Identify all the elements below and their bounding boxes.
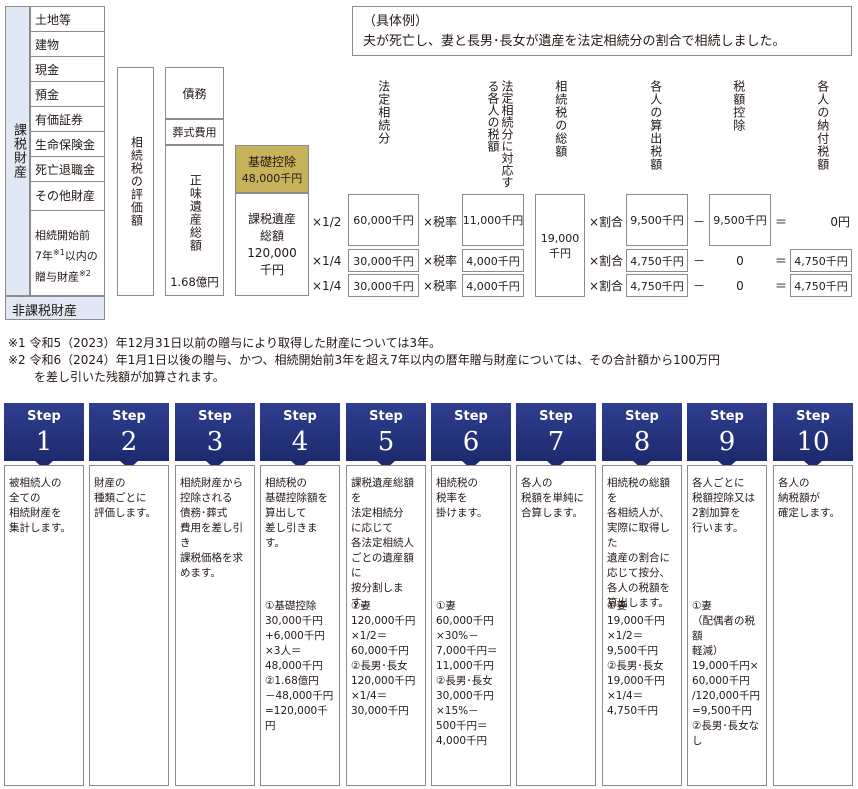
step-5-header: Step 5	[346, 403, 426, 461]
taxable-estate-total-box: 課税遺産 総額 120,000 千円	[235, 193, 309, 296]
step-example: ①基礎控除 30,000千円 +6,000千円 ×3人＝ 48,000千円 ②1…	[265, 600, 334, 732]
header-total-tax: 相続税の総額	[553, 80, 568, 158]
step-7-header: Step 7	[516, 403, 596, 461]
taxable-property-label: 課税財産	[5, 6, 30, 296]
step-number: 2	[120, 427, 138, 457]
individual-tax-cell: 9,500千円	[626, 194, 688, 246]
legal-share-cell: 60,000千円	[348, 194, 419, 246]
non-taxable-property: 非課税財産	[5, 296, 105, 320]
footnote-2: ※2 令和6（2024）年1月1日以後の贈与、かつ、相続開始前3年を超え7年以内…	[8, 353, 721, 367]
step-7-description: 各人の 税額を単純に 合算します。	[516, 465, 596, 786]
basic-deduction-box: 基礎控除 48,000千円	[235, 145, 309, 193]
tax-cell: 4,000千円	[462, 249, 524, 272]
payable-tax-cell: 4,750千円	[790, 274, 852, 297]
step-4-description: 相続税の 基礎控除額を 算出して 差し引きます。 ①基礎控除 30,000千円 +…	[260, 465, 340, 786]
step-text: 相続税の 税率を 掛けます。	[436, 477, 488, 519]
step-number: 8	[633, 427, 651, 457]
step-3-header: Step 3	[175, 403, 255, 461]
step-10-header: Step 10	[773, 403, 853, 461]
step-number: 7	[547, 427, 565, 457]
step-label: Step	[710, 409, 744, 424]
list-item: 死亡退職金	[30, 156, 105, 182]
list-item: 生命保険金	[30, 131, 105, 157]
step-1-header: Step 1	[4, 403, 84, 461]
step-number: 1	[35, 427, 53, 457]
legal-share-cell: 30,000千円	[348, 274, 419, 297]
step-9-header: Step 9	[687, 403, 767, 461]
tax-credit-cell: 0	[736, 279, 744, 293]
tax-credit-cell: 0	[736, 254, 744, 268]
list-item: その他財産	[30, 181, 105, 211]
list-item: 現金	[30, 56, 105, 82]
step-text: 各人の 税額を単純に 合算します。	[521, 477, 584, 519]
step-5-description: 課税遺産総額を 法定相続分 に応じて 各法定相続人 ごとの遺産額に 按分割します…	[346, 465, 426, 786]
header-payable-tax: 各人の納付税額	[815, 80, 830, 171]
list-item: 有価証券	[30, 106, 105, 132]
step-example: ①妻 60,000千円 ×30%－ 7,000千円＝ 11,000千円 ②長男･…	[436, 600, 498, 747]
debts-box: 債務	[165, 67, 224, 119]
step-number: 5	[377, 427, 395, 457]
step-number: 6	[462, 427, 480, 457]
individual-tax-cell: 4,750千円	[626, 249, 688, 272]
step-text: 相続税の総額を 各相続人が、 実際に取得した 遺産の割合に 応じて按分、 各人の…	[607, 477, 670, 609]
list-item: 土地等	[30, 6, 105, 32]
step-example: ①妻 （配偶者の税額 軽減） 19,000千円× 60,000千円 /120,0…	[692, 600, 760, 747]
step-6-description: 相続税の 税率を 掛けます。 ①妻 60,000千円 ×30%－ 7,000千円＝…	[431, 465, 511, 786]
step-label: Step	[454, 409, 488, 424]
header-legal-share: 法定相続分	[376, 80, 391, 145]
individual-tax-cell: 4,750千円	[626, 274, 688, 297]
step-number: 4	[291, 427, 309, 457]
step-label: Step	[625, 409, 659, 424]
footnotes: ※1 令和5（2023）年12月31日以前の贈与により取得した財産については3年…	[8, 335, 720, 386]
tax-credit-cell: 9,500千円	[709, 194, 771, 246]
step-4-header: Step 4	[260, 403, 340, 461]
step-example: ①妻 120,000千円 ×1/2＝ 60,000千円 ②長男･長女 120,0…	[351, 600, 416, 717]
gift-property-item: 相続開始前 7年※1以内の 贈与財産※2	[30, 210, 105, 296]
step-text: 各人の 納税額が 確定します。	[778, 477, 840, 519]
step-text: 相続税の 基礎控除額を 算出して 差し引きます。	[265, 477, 328, 549]
footnote-1: ※1 令和5（2023）年12月31日以前の贈与により取得した財産については3年…	[8, 336, 442, 350]
tax-cell: 4,000千円	[462, 274, 524, 297]
funeral-expenses-box: 葬式費用	[165, 119, 224, 145]
step-3-description: 相続財産から 控除される 債務･葬式 費用を差し引き 課税価格を求 めます。	[175, 465, 255, 786]
step-example: ①妻 19,000千円 ×1/2＝ 9,500千円 ②長男･長女 19,000千…	[607, 600, 665, 717]
step-1-description: 被相続人の 全ての 相続財産を 集計します。	[4, 465, 84, 786]
step-label: Step	[112, 409, 146, 424]
step-2-header: Step 2	[89, 403, 169, 461]
legal-share-cell: 30,000千円	[348, 249, 419, 272]
step-text: 相続財産から 控除される 債務･葬式 費用を差し引き 課税価格を求 めます。	[180, 477, 243, 579]
step-number: 3	[206, 427, 224, 457]
step-text: 財産の 種類ごとに 評価します。	[94, 477, 156, 519]
list-item: 預金	[30, 81, 105, 107]
step-text: 課税遺産総額を 法定相続分 に応じて 各法定相続人 ごとの遺産額に 按分割します…	[351, 477, 414, 609]
step-label: Step	[283, 409, 317, 424]
step-8-description: 相続税の総額を 各相続人が、 実際に取得した 遺産の割合に 応じて按分、 各人の…	[602, 465, 682, 786]
example-box: （具体例） 夫が死亡し、妻と長男･長女が遺産を法定相続分の割合で相続しました。	[352, 6, 852, 56]
step-number: 10	[796, 427, 830, 457]
valuation-amount-box: 相続税の評価額	[117, 67, 154, 296]
step-label: Step	[369, 409, 403, 424]
header-tax-credit: 税額控除	[731, 80, 746, 132]
payable-tax-cell: 0円	[830, 215, 850, 229]
step-10-description: 各人の 納税額が 確定します。	[773, 465, 853, 786]
header-tax-per-share: 法定相続分に対応する各人の税額	[486, 80, 514, 188]
step-label: Step	[796, 409, 830, 424]
step-label: Step	[27, 409, 61, 424]
header-individual-tax: 各人の算出税額	[648, 80, 663, 171]
total-tax-box: 19,000 千円	[535, 194, 585, 297]
net-estate-box: 正味遺産総額 1.68億円	[165, 145, 224, 296]
step-2-description: 財産の 種類ごとに 評価します。	[89, 465, 169, 786]
step-8-header: Step 8	[602, 403, 682, 461]
step-9-description: 各人ごとに 税額控除又は 2割加算を 行います。 ①妻 （配偶者の税額 軽減） 1…	[687, 465, 767, 786]
footnote-2-cont: を差し引いた残額が加算されます。	[34, 370, 225, 384]
tax-cell: 11,000千円	[462, 194, 524, 246]
step-label: Step	[198, 409, 232, 424]
step-number: 9	[718, 427, 736, 457]
payable-tax-cell: 4,750千円	[790, 249, 852, 272]
step-label: Step	[539, 409, 573, 424]
step-text: 被相続人の 全ての 相続財産を 集計します。	[9, 477, 71, 534]
step-text: 各人ごとに 税額控除又は 2割加算を 行います。	[692, 477, 755, 534]
list-item: 建物	[30, 31, 105, 57]
step-6-header: Step 6	[431, 403, 511, 461]
